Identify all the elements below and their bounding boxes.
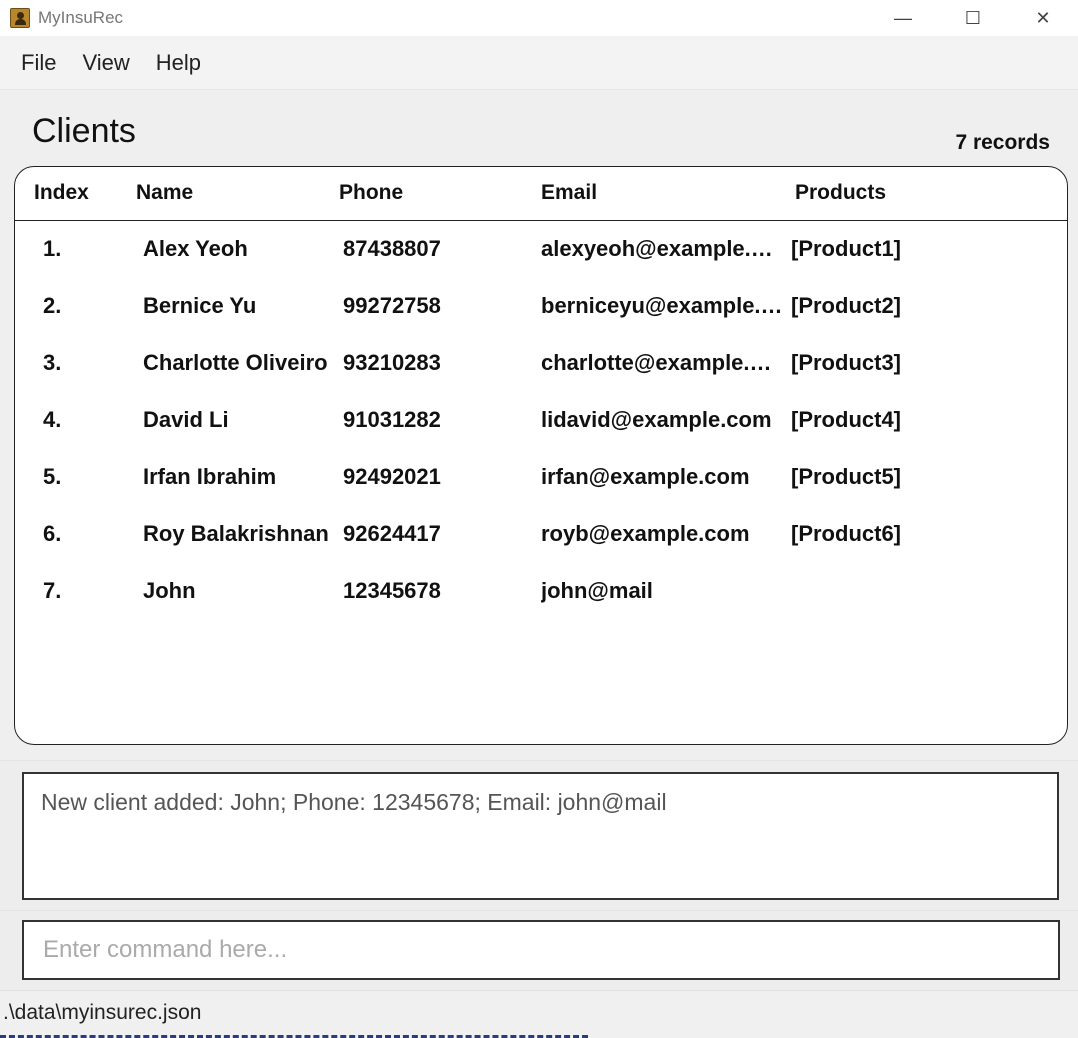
cell-index: 5. — [43, 464, 62, 489]
record-count: 7 records — [955, 131, 1050, 154]
table-row[interactable]: 7. John 12345678 john@mail — [15, 563, 1067, 620]
menu-file[interactable]: File — [8, 50, 69, 76]
cell-products: [Product5] — [791, 464, 901, 489]
menu-view[interactable]: View — [69, 50, 142, 76]
column-header-index[interactable]: Index — [34, 181, 89, 205]
cell-name: Alex Yeoh — [143, 236, 248, 261]
cell-email: alexyeoh@example.… — [541, 236, 773, 261]
cell-index: 2. — [43, 293, 62, 318]
window-controls: — ☐ ✕ — [868, 0, 1078, 36]
window-title: MyInsuRec — [38, 8, 124, 27]
cell-index: 1. — [43, 236, 62, 261]
cell-phone: 92624417 — [343, 521, 441, 546]
minimize-button[interactable]: — — [868, 0, 938, 36]
cell-name: Irfan Ibrahim — [143, 464, 277, 489]
cell-index: 7. — [43, 578, 62, 603]
column-header-phone[interactable]: Phone — [339, 181, 403, 205]
cell-name: David Li — [143, 407, 229, 432]
cell-index: 4. — [43, 407, 62, 432]
cell-phone: 99272758 — [343, 293, 441, 318]
column-header-name[interactable]: Name — [136, 181, 332, 205]
table-row[interactable]: 2. Bernice Yu 99272758 berniceyu@example… — [15, 278, 1067, 335]
cell-index: 6. — [43, 521, 62, 546]
column-header-products[interactable]: Products — [795, 181, 886, 205]
cell-email: lidavid@example.com — [541, 407, 772, 432]
result-display[interactable]: New client added: John; Phone: 12345678;… — [22, 772, 1059, 900]
cell-products: [Product4] — [791, 407, 901, 432]
data-file-path: .\data\myinsurec.json — [3, 1001, 202, 1024]
cell-name: Charlotte Oliveiro — [143, 350, 328, 375]
cell-email: john@mail — [541, 578, 653, 603]
cell-products: [Product2] — [791, 293, 901, 318]
maximize-icon: ☐ — [964, 7, 982, 28]
status-bar: .\data\myinsurec.json — [0, 990, 1078, 1038]
menu-help[interactable]: Help — [143, 50, 214, 76]
cell-products: [Product3] — [791, 350, 901, 375]
cell-phone: 92492021 — [343, 464, 441, 489]
cell-name: Bernice Yu — [143, 293, 257, 318]
minimize-icon: — — [894, 7, 912, 28]
maximize-button[interactable]: ☐ — [938, 0, 1008, 36]
cell-products: [Product6] — [791, 521, 901, 546]
table-row[interactable]: 5. Irfan Ibrahim 92492021 irfan@example.… — [15, 449, 1067, 506]
close-button[interactable]: ✕ — [1008, 0, 1078, 36]
cell-name: John — [143, 578, 196, 603]
panel-title: Clients — [32, 112, 136, 150]
app-icon — [10, 8, 30, 28]
table-row[interactable]: 6. Roy Balakrishnan 92624417 royb@exampl… — [15, 506, 1067, 563]
cell-phone: 87438807 — [343, 236, 441, 261]
cell-email: charlotte@example.… — [541, 350, 772, 375]
cell-name: Roy Balakrishnan — [143, 521, 329, 546]
cell-email: berniceyu@example.… — [541, 293, 783, 318]
cell-phone: 93210283 — [343, 350, 441, 375]
command-panel — [0, 910, 1078, 990]
column-header-email[interactable]: Email — [541, 181, 785, 205]
table-row[interactable]: 4. David Li 91031282 lidavid@example.com… — [15, 392, 1067, 449]
client-table[interactable]: Index Name Phone Email Products 1. Alex … — [14, 166, 1068, 745]
cell-phone: 91031282 — [343, 407, 441, 432]
cell-products: [Product1] — [791, 236, 901, 261]
menu-bar: File View Help — [0, 36, 1078, 90]
title-bar: MyInsuRec — ☐ ✕ — [0, 0, 1078, 36]
close-icon: ✕ — [1035, 7, 1051, 28]
cell-email: irfan@example.com — [541, 464, 750, 489]
result-panel: New client added: John; Phone: 12345678;… — [0, 760, 1078, 910]
command-input[interactable] — [22, 920, 1060, 980]
table-row[interactable]: 1. Alex Yeoh 87438807 alexyeoh@example.…… — [15, 221, 1067, 278]
cell-email: royb@example.com — [541, 521, 750, 546]
cell-index: 3. — [43, 350, 62, 375]
table-body: 1. Alex Yeoh 87438807 alexyeoh@example.…… — [15, 221, 1067, 620]
table-row[interactable]: 3. Charlotte Oliveiro 93210283 charlotte… — [15, 335, 1067, 392]
table-header: Index Name Phone Email Products — [15, 167, 1067, 221]
cell-phone: 12345678 — [343, 578, 441, 603]
